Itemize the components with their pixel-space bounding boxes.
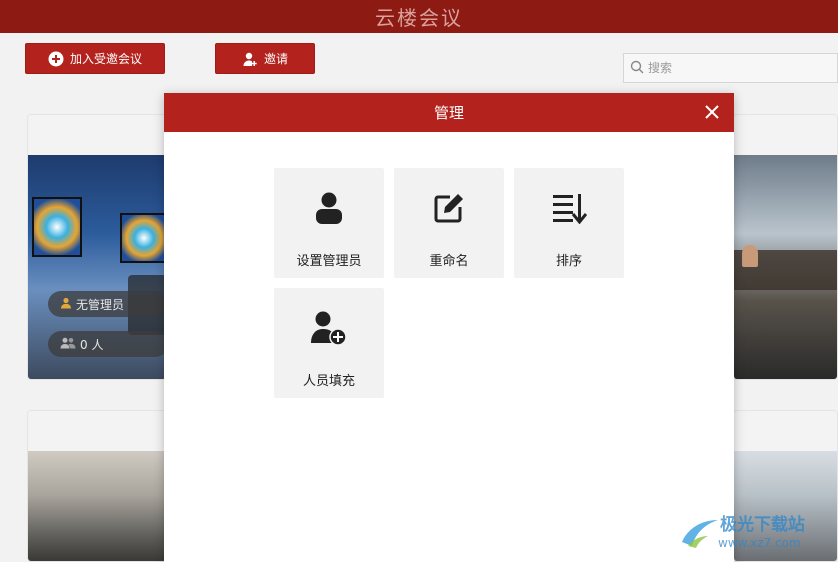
- set-admin-button[interactable]: 设置管理员: [274, 168, 384, 278]
- watermark: 极光下载站 www.xz7.com: [678, 508, 838, 560]
- sort-button[interactable]: 排序: [514, 168, 624, 278]
- manage-dialog-title: 管理: [433, 104, 464, 122]
- room-screen-graphic: [32, 197, 82, 257]
- add-user-icon: [242, 51, 258, 67]
- room-card[interactable]: [733, 114, 838, 380]
- sort-icon: [514, 188, 624, 228]
- rename-button[interactable]: 重命名: [394, 168, 504, 278]
- room-thumbnail: [734, 155, 837, 379]
- user-icon: [274, 188, 384, 228]
- join-invited-meeting-button[interactable]: 加入受邀会议: [25, 43, 165, 74]
- fill-members-label: 人员填充: [302, 374, 355, 389]
- room-card-header: [734, 411, 837, 451]
- room-thumbnail: [28, 451, 166, 561]
- watermark-text: 极光下载站: [720, 515, 805, 535]
- admin-user-icon: [60, 297, 72, 312]
- member-count-label: 0 人: [80, 337, 104, 352]
- plus-circle-icon: [48, 51, 64, 67]
- watermark-url: www.xz7.com: [718, 536, 801, 550]
- room-card-header: [734, 115, 837, 155]
- search-icon: [630, 59, 644, 78]
- user-add-icon: [274, 308, 384, 348]
- fill-members-button[interactable]: 人员填充: [274, 288, 384, 398]
- room-card-header: [28, 115, 166, 155]
- invite-button[interactable]: 邀请: [215, 43, 315, 74]
- app-title: 云楼会议: [375, 6, 463, 30]
- edit-icon: [394, 188, 504, 228]
- set-admin-label: 设置管理员: [296, 254, 362, 269]
- search-box[interactable]: [623, 53, 838, 83]
- room-card[interactable]: 无管理员 0 人: [27, 114, 167, 380]
- close-icon[interactable]: [702, 102, 722, 122]
- manage-dialog-header: 管理: [164, 93, 734, 132]
- member-count-badge: 0 人: [48, 331, 166, 357]
- admin-status-badge: 无管理员: [48, 291, 166, 317]
- room-card[interactable]: [27, 410, 167, 562]
- manage-dialog: 管理 设置管理员 重命名 排序 人员填充: [164, 93, 734, 562]
- room-card-header: [28, 411, 166, 451]
- search-input[interactable]: [648, 61, 818, 75]
- admin-status-label: 无管理员: [76, 297, 125, 312]
- sort-label: 排序: [555, 254, 582, 269]
- members-icon: [60, 337, 76, 352]
- join-invited-meeting-label: 加入受邀会议: [69, 52, 142, 66]
- room-screen-graphic: [120, 213, 166, 263]
- title-bar: 云楼会议: [0, 0, 838, 33]
- invite-label: 邀请: [263, 52, 288, 66]
- watermark-logo-icon: [682, 520, 718, 548]
- room-person-graphic: [742, 245, 758, 267]
- rename-label: 重命名: [429, 254, 469, 269]
